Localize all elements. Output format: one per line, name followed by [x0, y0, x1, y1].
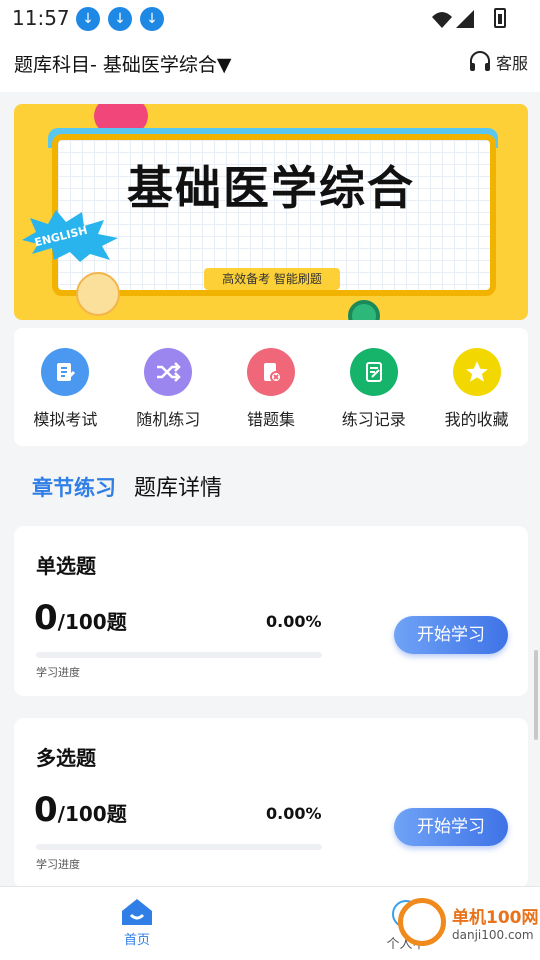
scrollbar[interactable] [534, 650, 538, 740]
exam-icon [41, 348, 90, 396]
quick-action-wrong-questions[interactable]: 错题集 [220, 328, 323, 446]
watermark: 单机100网 danji100.com [398, 898, 539, 946]
progress-percent: 0.00% [266, 804, 322, 823]
download-icon: ↓ [76, 7, 100, 31]
record-icon [349, 348, 398, 396]
quick-actions: 模拟考试 随机练习 错题集 练习记录 我的收藏 [14, 328, 528, 446]
nav-home-label: 首页 [123, 933, 150, 948]
quick-action-practice-record[interactable]: 练习记录 [322, 328, 425, 446]
promo-banner[interactable]: ENGLISH 基础医学综合 高效备考 智能刷题 [14, 104, 528, 320]
quick-action-label: 随机练习 [136, 410, 201, 429]
watermark-url: danji100.com [452, 927, 534, 942]
done-count: 0 [34, 598, 58, 638]
shuffle-icon [144, 348, 193, 396]
quick-action-mock-exam[interactable]: 模拟考试 [14, 328, 117, 446]
headset-icon [469, 51, 490, 71]
subject-selector[interactable]: 题库科目- 基础医学综合▼ [14, 50, 232, 77]
nav-home[interactable]: 首页 [110, 897, 164, 948]
question-card-single: 单选题 0/100题 0.00% 学习进度 开始学习 [14, 526, 528, 696]
progress-bar [36, 652, 322, 658]
quick-action-random-practice[interactable]: 随机练习 [117, 328, 220, 446]
done-count: 0 [34, 790, 58, 830]
banner-title: 基础医学综合 [127, 161, 415, 215]
quick-action-label: 模拟考试 [33, 410, 98, 429]
top-header: 题库科目- 基础医学综合▼ 客服 [0, 36, 540, 92]
signal-icon [432, 10, 474, 28]
card-title: 多选题 [36, 746, 96, 770]
quick-action-favorites[interactable]: 我的收藏 [425, 328, 528, 446]
card-title: 单选题 [36, 554, 96, 578]
progress-label: 学习进度 [36, 858, 80, 871]
lightbulb-icon [76, 272, 120, 316]
watermark-logo-icon [398, 898, 446, 946]
total-count: /100题 [57, 802, 127, 826]
watermark-name: 单机100网 [452, 907, 539, 928]
question-card-multiple: 多选题 0/100题 0.00% 学习进度 开始学习 [14, 718, 528, 888]
battery-icon [494, 8, 506, 28]
status-time: 11:57 [12, 6, 70, 30]
download-icon: ↓ [108, 7, 132, 31]
tab-chapter-practice[interactable]: 章节练习 [32, 472, 116, 502]
banner-tagline: 高效备考 智能刷题 [204, 268, 340, 290]
wrong-questions-icon [246, 348, 295, 396]
customer-service-button[interactable]: 客服 [468, 50, 528, 74]
section-tabs: 章节练习 题库详情 [32, 470, 222, 502]
customer-service-label: 客服 [495, 54, 528, 73]
progress-count: 0/100题 [34, 598, 127, 638]
tab-bank-detail[interactable]: 题库详情 [134, 470, 222, 502]
start-study-button[interactable]: 开始学习 [394, 808, 508, 846]
download-icon: ↓ [140, 7, 164, 31]
progress-label: 学习进度 [36, 666, 80, 679]
quick-action-label: 错题集 [246, 410, 295, 429]
quick-action-label: 我的收藏 [444, 410, 509, 429]
progress-percent: 0.00% [266, 612, 322, 631]
start-study-button[interactable]: 开始学习 [394, 616, 508, 654]
green-coin-icon [348, 300, 380, 320]
progress-count: 0/100题 [34, 790, 127, 830]
status-bar: 11:57 ↓ ↓ ↓ [0, 0, 540, 36]
progress-bar [36, 844, 322, 850]
home-icon [122, 899, 152, 925]
star-icon [452, 348, 501, 396]
quick-action-label: 练习记录 [341, 410, 406, 429]
total-count: /100题 [57, 610, 127, 634]
